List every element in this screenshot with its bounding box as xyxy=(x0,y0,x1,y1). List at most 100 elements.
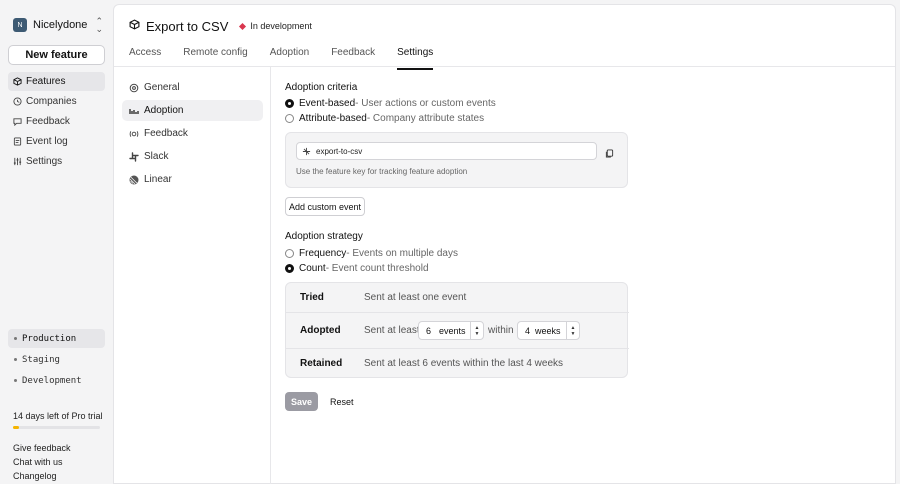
threshold-row-adopted: Adopted Sent at least 6 events ▲ ▼ within… xyxy=(286,312,629,348)
feedback-icon xyxy=(13,117,22,126)
strategy-option-count[interactable]: Count - Event count threshold xyxy=(285,263,429,274)
env-dot xyxy=(14,379,17,382)
gear-icon xyxy=(129,83,139,93)
sidebar-item-label: Features xyxy=(26,76,66,87)
criteria-option-event-based[interactable]: Event-based - User actions or custom eve… xyxy=(285,98,496,109)
slack-icon xyxy=(129,151,139,162)
give-feedback-link[interactable]: Give feedback xyxy=(13,442,71,456)
adoption-icon xyxy=(129,106,139,116)
option-desc: - User actions or custom events xyxy=(355,98,496,109)
env-dot xyxy=(14,337,17,340)
adoption-criteria-heading: Adoption criteria xyxy=(285,82,358,93)
settings-nav-feedback[interactable]: Feedback xyxy=(122,123,263,144)
chevron-up-down-icon: ⌃ ⌄ xyxy=(95,16,103,34)
weeks-stepper[interactable]: 4 weeks ▲ ▼ xyxy=(517,321,580,340)
weeks-unit: weeks xyxy=(535,325,561,336)
companies-icon xyxy=(13,97,22,106)
settings-nav-adoption[interactable]: Adoption xyxy=(122,100,263,121)
feature-key-icon xyxy=(302,147,311,156)
org-switcher[interactable]: N Nicelydone ⌃ ⌄ xyxy=(13,16,103,34)
sidebar-item-label: Companies xyxy=(26,96,77,107)
criteria-option-attribute-based[interactable]: Attribute-based - Company attribute stat… xyxy=(285,113,484,124)
radio-selected[interactable] xyxy=(285,264,294,273)
environment-list: Production Staging Development xyxy=(8,329,105,392)
radio-unselected[interactable] xyxy=(285,114,294,123)
env-development[interactable]: Development xyxy=(8,371,105,390)
adoption-strategy-heading: Adoption strategy xyxy=(285,231,363,242)
within-text: within xyxy=(488,325,514,336)
row-label: Retained xyxy=(300,358,343,369)
env-label: Development xyxy=(22,375,82,386)
event-log-icon xyxy=(13,137,22,146)
events-stepper[interactable]: 6 events ▲ ▼ xyxy=(418,321,484,340)
events-value: 6 xyxy=(426,325,432,336)
settings-nav-label: Slack xyxy=(144,151,169,162)
sidebar-item-companies[interactable]: Companies xyxy=(8,92,105,111)
stepper-arrows-icon[interactable]: ▲ ▼ xyxy=(470,322,483,339)
option-label: Attribute-based xyxy=(299,113,367,124)
sidebar-item-features[interactable]: Features xyxy=(8,72,105,91)
feature-key-box: export-to-csv Use the feature key for tr… xyxy=(285,132,628,188)
feedback-icon xyxy=(129,129,139,139)
sidebar-item-label: Event log xyxy=(26,136,68,147)
new-feature-button[interactable]: New feature xyxy=(8,45,105,65)
reset-button[interactable]: Reset xyxy=(330,392,354,411)
sidebar-item-feedback[interactable]: Feedback xyxy=(8,112,105,131)
option-label: Count xyxy=(299,263,326,274)
status-label: In development xyxy=(250,21,312,31)
threshold-row-tried: Tried Sent at least one event xyxy=(286,283,629,312)
add-custom-event-button[interactable]: Add custom event xyxy=(285,197,365,216)
status-badge[interactable]: In development xyxy=(239,21,312,31)
save-button[interactable]: Save xyxy=(285,392,318,411)
option-desc: - Event count threshold xyxy=(325,263,429,274)
page-title: Export to CSV xyxy=(146,18,229,34)
env-production[interactable]: Production xyxy=(8,329,105,348)
sidebar-nav: Features Companies Feedback Event log Se… xyxy=(8,72,105,172)
weeks-value: 4 xyxy=(525,325,531,336)
chat-link[interactable]: Chat with us xyxy=(13,456,71,470)
radio-selected[interactable] xyxy=(285,99,294,108)
trial-progress-bar xyxy=(13,426,100,429)
org-name: Nicelydone xyxy=(33,19,88,31)
settings-nav-label: Feedback xyxy=(144,128,188,139)
sidebar-item-label: Feedback xyxy=(26,116,70,127)
radio-unselected[interactable] xyxy=(285,249,294,258)
row-prefix: Sent at least xyxy=(364,325,420,336)
env-dot xyxy=(14,358,17,361)
settings-nav-slack[interactable]: Slack xyxy=(122,146,263,167)
settings-nav-linear[interactable]: Linear xyxy=(122,169,263,190)
events-unit: events xyxy=(439,325,466,336)
sidebar-item-event-log[interactable]: Event log xyxy=(8,132,105,151)
env-staging[interactable]: Staging xyxy=(8,350,105,369)
cube-icon xyxy=(129,19,140,33)
copy-icon[interactable] xyxy=(605,147,614,158)
feature-key-field[interactable]: export-to-csv xyxy=(296,142,597,160)
status-diamond-icon xyxy=(239,22,247,30)
strategy-option-frequency[interactable]: Frequency - Events on multiple days xyxy=(285,248,458,259)
sidebar-item-settings[interactable]: Settings xyxy=(8,152,105,171)
row-text: Sent at least one event xyxy=(364,292,467,303)
settings-nav-label: Adoption xyxy=(144,105,184,116)
changelog-link[interactable]: Changelog xyxy=(13,470,71,484)
sidebar: N Nicelydone ⌃ ⌄ New feature Features Com… xyxy=(0,0,113,484)
row-label: Tried xyxy=(300,292,324,303)
row-label: Adopted xyxy=(300,325,341,336)
feature-key-value: export-to-csv xyxy=(316,146,363,156)
main-panel: Export to CSV In development Access Remo… xyxy=(113,4,896,484)
env-label: Staging xyxy=(22,354,60,365)
option-desc: - Company attribute states xyxy=(366,113,485,124)
trial-progress-fill xyxy=(13,426,20,429)
page-header: Export to CSV In development xyxy=(129,18,312,34)
feature-key-help: Use the feature key for tracking feature… xyxy=(296,167,468,176)
threshold-row-retained: Retained Sent at least 6 events within t… xyxy=(286,348,629,378)
option-label: Frequency xyxy=(299,248,347,259)
option-label: Event-based xyxy=(299,98,356,109)
settings-nav: General Adoption Feedback Slack Linear xyxy=(114,67,271,484)
option-desc: - Events on multiple days xyxy=(346,248,458,259)
row-text: Sent at least 6 events within the last 4… xyxy=(364,358,563,369)
stepper-arrows-icon[interactable]: ▲ ▼ xyxy=(566,322,579,339)
settings-nav-general[interactable]: General xyxy=(122,77,263,98)
settings-icon xyxy=(13,157,22,166)
sidebar-item-label: Settings xyxy=(26,156,63,167)
cube-icon xyxy=(13,77,22,86)
